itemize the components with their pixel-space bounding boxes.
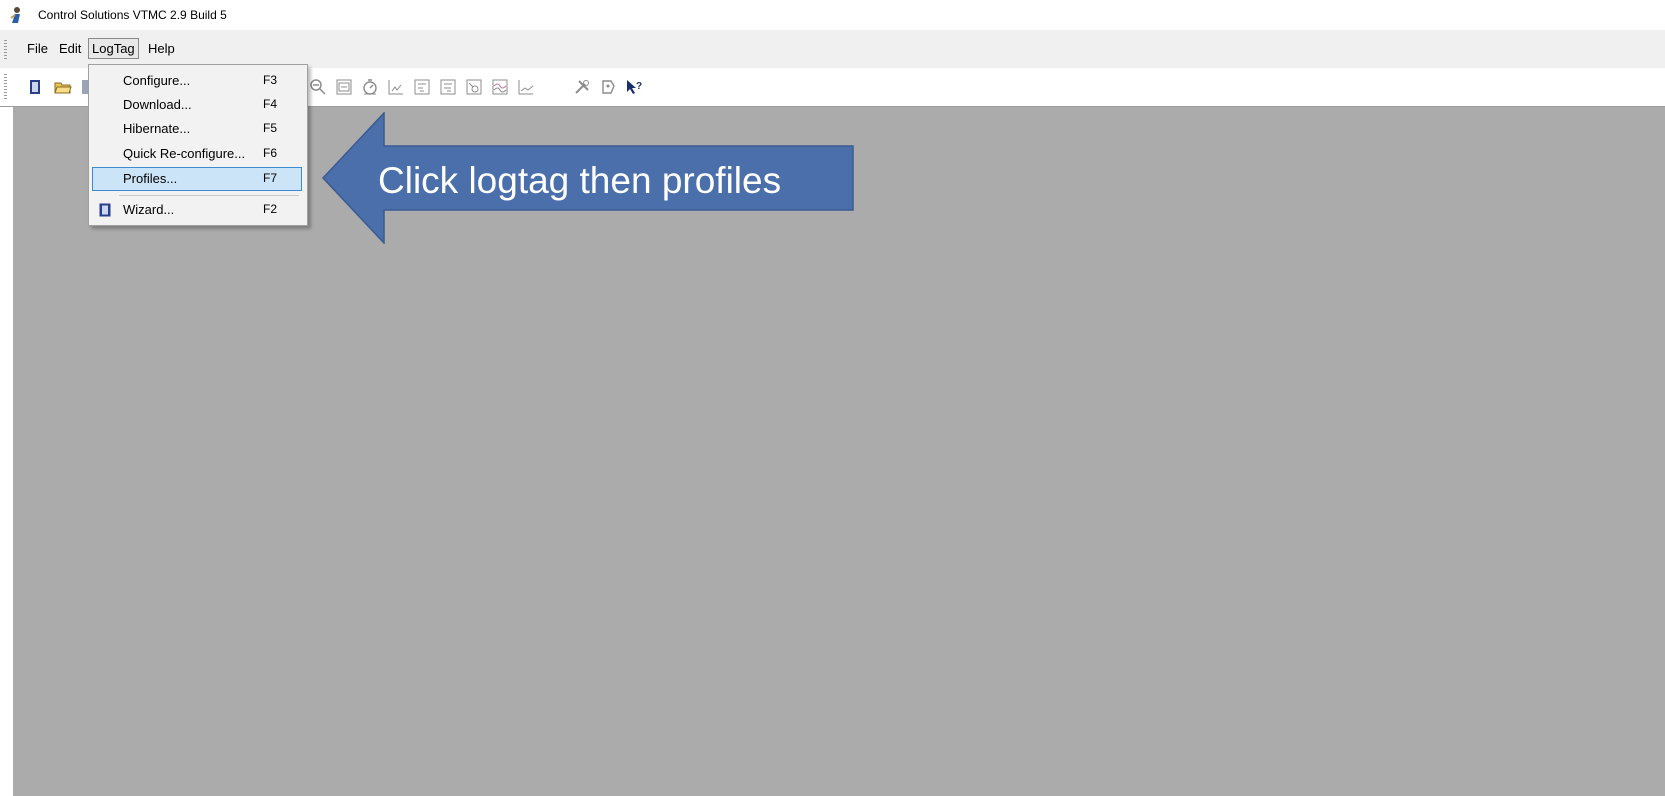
chart-icon-1[interactable] [387, 78, 405, 96]
menu-item-configure[interactable]: Configure... F3 [92, 69, 302, 93]
chart-icon-2[interactable] [413, 78, 431, 96]
toolbar-grip [4, 74, 7, 100]
menu-item-label: Download... [123, 97, 192, 112]
menu-item-shortcut: F7 [263, 171, 278, 185]
menu-item-shortcut: F5 [263, 121, 278, 135]
menu-item-quick-reconfigure[interactable]: Quick Re-configure... F6 [92, 142, 302, 166]
wizard-book-icon [99, 203, 111, 217]
menu-item-wizard[interactable]: Wizard... F2 [92, 198, 302, 222]
calendar-icon[interactable] [335, 78, 353, 96]
menu-item-label: Configure... [123, 73, 191, 88]
window-title: Control Solutions VTMC 2.9 Build 5 [38, 8, 227, 22]
menu-help[interactable]: Help [145, 39, 178, 58]
menu-item-download[interactable]: Download... F4 [92, 93, 302, 117]
app-person-icon [10, 7, 20, 23]
chart-icon-3[interactable] [439, 78, 457, 96]
menu-item-label: Wizard... [123, 202, 175, 217]
menu-grip [4, 40, 7, 60]
tag-icon[interactable] [599, 78, 617, 96]
menu-file[interactable]: File [24, 39, 51, 58]
help-pointer-icon[interactable]: ? [625, 78, 643, 96]
menu-item-shortcut: F3 [263, 73, 278, 87]
menu-item-profiles[interactable]: Profiles... F7 [92, 167, 302, 191]
menu-item-shortcut: F6 [263, 146, 278, 160]
stopwatch-icon[interactable] [361, 78, 379, 96]
new-document-icon[interactable] [26, 78, 44, 96]
menu-item-shortcut: F4 [263, 97, 278, 111]
menu-item-label: Hibernate... [123, 121, 191, 136]
menu-bar: File Edit LogTag Help [0, 30, 1665, 68]
menu-separator [119, 195, 299, 196]
menu-edit[interactable]: Edit [56, 39, 84, 58]
callout-text: Click logtag then profiles [378, 160, 782, 201]
open-folder-icon[interactable] [54, 78, 72, 96]
client-left-border [0, 107, 13, 796]
menu-logtag[interactable]: LogTag [88, 38, 139, 59]
menu-item-hibernate[interactable]: Hibernate... F5 [92, 117, 302, 141]
tools-icon[interactable] [573, 78, 591, 96]
summary-chart-icon[interactable] [465, 78, 483, 96]
title-bar: Control Solutions VTMC 2.9 Build 5 [0, 0, 1665, 30]
line-chart-icon[interactable] [517, 78, 535, 96]
menu-item-label: Profiles... [123, 171, 178, 186]
multi-chart-icon[interactable] [491, 78, 509, 96]
svg-text:?: ? [636, 81, 642, 92]
zoom-out-icon[interactable] [309, 78, 327, 96]
logtag-dropdown-menu: Configure... F3 Download... F4 Hibernate… [88, 64, 308, 226]
menu-item-shortcut: F2 [263, 202, 278, 216]
menu-item-label: Quick Re-configure... [123, 146, 246, 161]
